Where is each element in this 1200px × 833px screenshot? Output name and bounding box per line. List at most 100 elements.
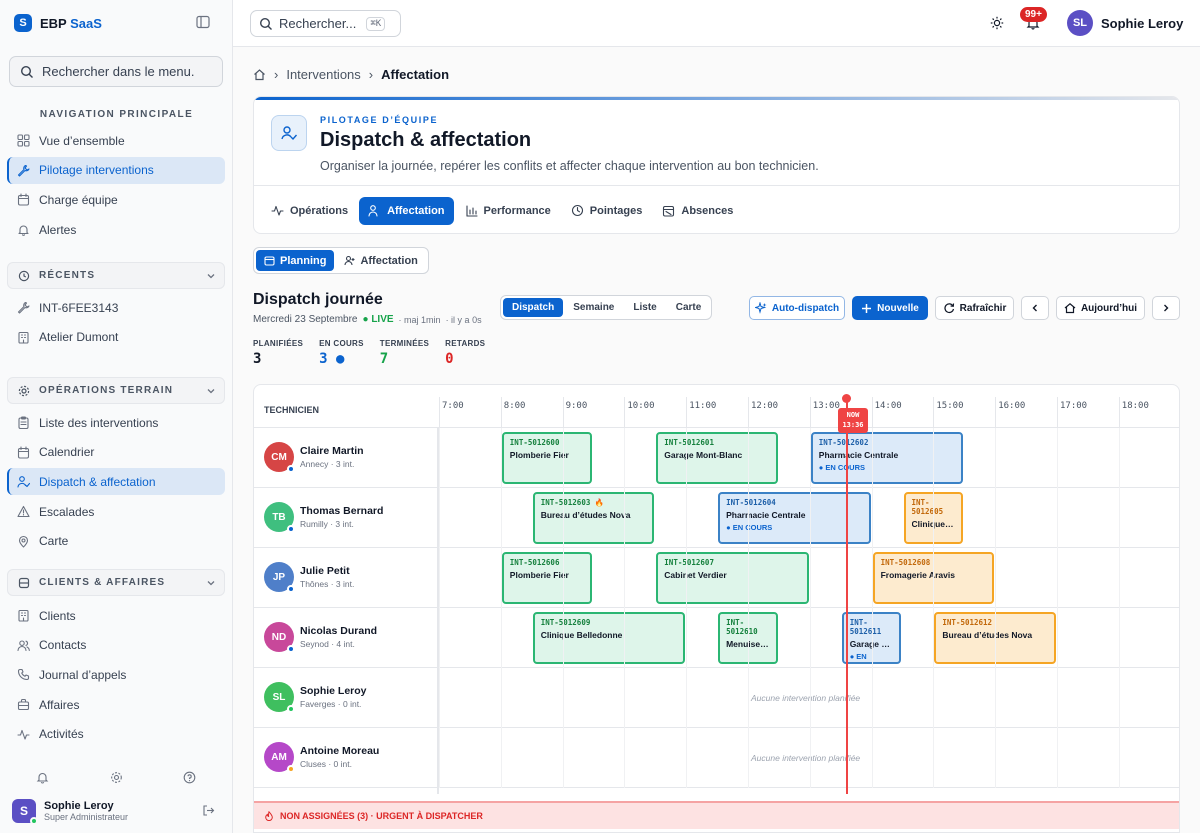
recent-group-toggle[interactable]: RÉCENTS xyxy=(7,262,225,289)
intervention-block[interactable]: INT-5012609 Clinique Belledonne xyxy=(532,612,686,664)
next-day-button[interactable] xyxy=(1152,296,1180,320)
intervention-block[interactable]: INT-5012602 Pharmacie Centrale ● EN COURS xyxy=(810,432,964,484)
sidebar-clients-item[interactable]: Clients xyxy=(7,602,225,629)
hour-tick-label: 8:00 xyxy=(503,401,526,411)
mode-affectation-button[interactable]: Affectation xyxy=(336,250,425,271)
hour-tick-label: 15:00 xyxy=(936,401,964,411)
page-subtitle: Organiser la journée, repérer les confli… xyxy=(320,159,819,173)
intervention-id: INT-5012601 xyxy=(664,438,714,447)
sidebar-clients-item[interactable]: Activités xyxy=(7,721,225,748)
brand-logo: S xyxy=(14,14,32,32)
today-button[interactable]: Aujourd’hui xyxy=(1056,296,1145,320)
brand[interactable]: S EBP SaaS xyxy=(14,14,102,32)
hour-divider xyxy=(500,397,502,428)
last-refresh: · il y a 0s xyxy=(445,314,482,325)
tab-performance[interactable]: Performance xyxy=(456,197,560,225)
intervention-block[interactable]: INT-5012607 Cabinet Verdier xyxy=(656,552,809,604)
sidebar-collapse-icon[interactable] xyxy=(196,15,212,31)
breadcrumb-interventions[interactable]: Interventions xyxy=(286,67,360,82)
hour-gridline xyxy=(995,428,997,788)
user-menu[interactable]: SL Sophie Leroy xyxy=(1067,10,1183,36)
new-intervention-button[interactable]: Nouvelle xyxy=(852,296,928,320)
theme-toggle-sun-icon[interactable] xyxy=(990,16,1004,30)
technician-meta: Cluses · 0 int. xyxy=(300,759,352,769)
bell-icon[interactable] xyxy=(36,771,49,784)
last-update: · maj 1min xyxy=(398,314,441,325)
technician-info[interactable]: ND Nicolas Durand Seynod · 4 int. xyxy=(264,622,377,653)
sidebar-ops-item[interactable]: Calendrier xyxy=(7,439,225,466)
sidebar-clients-item[interactable]: Journal d’appels xyxy=(7,661,225,688)
sidebar-user[interactable]: S Sophie Leroy Super Administrateur xyxy=(12,799,128,825)
view-carte-button[interactable]: Carte xyxy=(667,298,711,317)
sidebar-search-input[interactable]: Rechercher dans le menu. xyxy=(9,56,223,87)
intervention-id: INT-5012600 xyxy=(509,438,560,447)
view-dispatch-button[interactable]: Dispatch xyxy=(503,298,564,317)
chevron-down-icon xyxy=(207,581,215,586)
sidebar-ops-item[interactable]: Escalades xyxy=(7,498,225,525)
technician-info[interactable]: CM Claire Martin Annecy · 3 int. xyxy=(264,442,364,473)
clients-heading: CLIENTS & AFFAIRES xyxy=(39,577,166,588)
global-search-input[interactable]: Rechercher... ⌘K xyxy=(250,10,401,37)
intervention-block[interactable]: INT-5012600 Plomberie Fier xyxy=(501,432,593,484)
clients-group-toggle[interactable]: CLIENTS & AFFAIRES xyxy=(7,569,225,596)
stat-card: TERMINÉES 7 xyxy=(380,339,429,367)
view-semaine-button[interactable]: Semaine xyxy=(564,298,623,317)
wrench-icon xyxy=(17,164,30,177)
layers-icon xyxy=(18,577,30,588)
technician-name: Sophie Leroy xyxy=(300,685,367,697)
intervention-id: INT-5012604 xyxy=(726,498,776,507)
tab-label: Pointages xyxy=(589,204,643,217)
hour-gridline xyxy=(624,428,626,788)
technician-info[interactable]: AM Antoine Moreau Cluses · 0 int. xyxy=(264,742,379,773)
tab-absences[interactable]: Absences xyxy=(653,197,742,225)
technician-info[interactable]: TB Thomas Bernard Rumilly · 3 int. xyxy=(264,502,383,533)
search-shortcut: ⌘K xyxy=(366,16,386,31)
help-icon[interactable] xyxy=(183,771,196,784)
dispatch-stats: PLANIFIÉES 3 EN COURS 3 ● TERMINÉES 7 RETARDS 0 xyxy=(253,339,485,367)
sidebar-main-item[interactable]: Pilotage interventions xyxy=(7,156,225,184)
technician-meta: Faverges · 0 int. xyxy=(300,699,362,709)
chevron-down-icon xyxy=(207,389,215,394)
sidebar-ops-item[interactable]: Liste des interventions xyxy=(7,409,225,436)
sidebar-ops-item[interactable]: Carte xyxy=(7,528,225,555)
refresh-button[interactable]: Rafraîchir xyxy=(935,296,1014,320)
gear-icon[interactable] xyxy=(110,771,123,784)
tab-pointages[interactable]: Pointages xyxy=(562,197,652,225)
tab-affectation[interactable]: Affectation xyxy=(359,196,454,225)
technician-info[interactable]: SL Sophie Leroy Faverges · 0 int. xyxy=(264,682,367,713)
sidebar-main-item[interactable]: Charge équipe xyxy=(7,186,225,213)
previous-day-button[interactable] xyxy=(1021,296,1049,320)
hour-divider xyxy=(439,397,440,428)
sidebar-recent-item[interactable]: INT-6FEE3143 xyxy=(7,294,225,321)
hour-tick-label: 17:00 xyxy=(1060,401,1088,411)
ops-group-toggle[interactable]: OPÉRATIONS TERRAIN xyxy=(7,377,225,404)
intervention-block[interactable]: INT-5012603 🔥 Bureau d’études Nova xyxy=(532,492,655,544)
sidebar-recent-item[interactable]: Atelier Dumont xyxy=(7,324,225,351)
nav-item-label: Clients xyxy=(39,608,76,623)
status-dot xyxy=(287,705,295,713)
logout-icon[interactable] xyxy=(202,804,215,817)
sidebar-clients-item[interactable]: Contacts xyxy=(7,632,225,659)
intervention-block[interactable]: INT-5012606 Plomberie Fier xyxy=(501,552,593,604)
sidebar-user-name: Sophie Leroy xyxy=(44,800,114,812)
sidebar-clients-item[interactable]: Affaires xyxy=(7,691,225,718)
technician-info[interactable]: JP Julie Petit Thônes · 3 int. xyxy=(264,562,354,593)
intervention-client: Bureau d’études Nova xyxy=(540,510,631,520)
intervention-block[interactable]: INT-5012601 Garage Mont-Blanc xyxy=(656,432,778,484)
sparkles-icon xyxy=(754,302,767,314)
view-liste-button[interactable]: Liste xyxy=(624,298,665,317)
hour-gridline xyxy=(1118,428,1120,788)
mode-planning-button[interactable]: Planning xyxy=(256,250,335,271)
home-icon[interactable] xyxy=(253,68,266,81)
hour-gridline xyxy=(933,428,935,788)
sidebar-main-item[interactable]: Alertes xyxy=(7,216,225,243)
chevron-right-icon: › xyxy=(368,67,374,82)
nav-item-label: Escalades xyxy=(39,504,95,519)
global-search-placeholder: Rechercher... xyxy=(279,16,357,31)
sidebar-main-item[interactable]: Vue d’ensemble xyxy=(7,127,225,154)
hour-tick-label: 13:00 xyxy=(812,401,840,411)
tab-operations[interactable]: Opérations xyxy=(262,197,357,225)
sidebar-ops-item[interactable]: Dispatch & affectation xyxy=(7,468,225,496)
auto-dispatch-button[interactable]: Auto-dispatch xyxy=(749,296,845,320)
unassigned-banner[interactable]: NON ASSIGNÉES (3) · URGENT À DISPATCHER xyxy=(254,801,1179,829)
